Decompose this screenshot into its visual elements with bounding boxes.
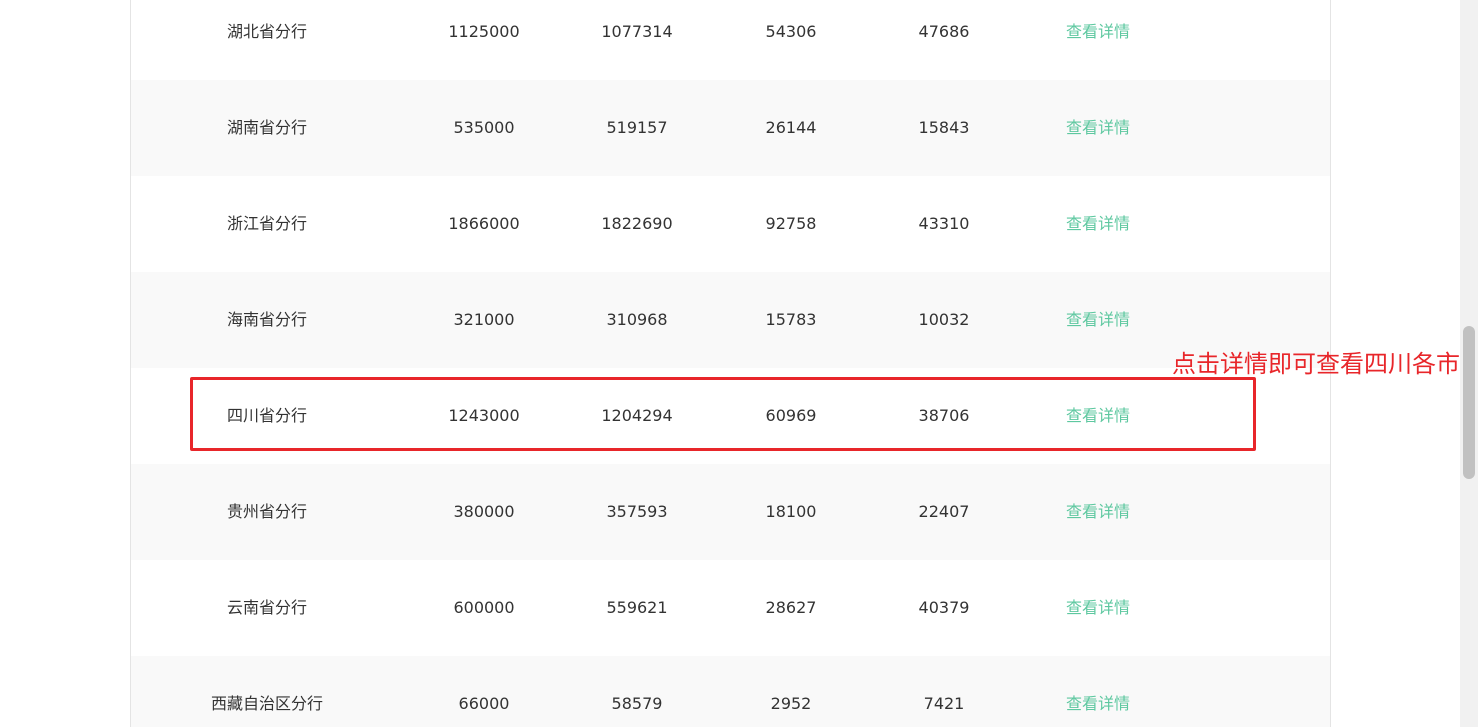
table-row: 云南省分行 600000 559621 28627 40379 查看详情 bbox=[131, 560, 1330, 656]
table-row: 湖南省分行 535000 519157 26144 15843 查看详情 bbox=[131, 80, 1330, 176]
table-row: 湖北省分行 1125000 1077314 54306 47686 查看详情 bbox=[131, 0, 1330, 80]
highlight-box bbox=[190, 377, 1256, 451]
page: 湖北省分行 1125000 1077314 54306 47686 查看详情 湖… bbox=[0, 0, 1478, 727]
view-details-link[interactable]: 查看详情 bbox=[998, 80, 1198, 176]
branch-name-cell: 海南省分行 bbox=[226, 310, 307, 329]
annotation-text: 点击详情即可查看四川各市 bbox=[1172, 350, 1460, 378]
view-details-link[interactable]: 查看详情 bbox=[998, 464, 1198, 560]
branch-table: 湖北省分行 1125000 1077314 54306 47686 查看详情 湖… bbox=[130, 0, 1331, 727]
scrollbar-thumb[interactable] bbox=[1463, 326, 1475, 479]
table-row: 浙江省分行 1866000 1822690 92758 43310 查看详情 bbox=[131, 176, 1330, 272]
table-row: 西藏自治区分行 66000 58579 2952 7421 查看详情 bbox=[131, 656, 1330, 727]
view-details-link[interactable]: 查看详情 bbox=[998, 272, 1198, 368]
branch-name-cell: 贵州省分行 bbox=[226, 502, 307, 521]
vertical-scrollbar[interactable] bbox=[1460, 0, 1478, 727]
table-row: 贵州省分行 380000 357593 18100 22407 查看详情 bbox=[131, 464, 1330, 560]
view-details-link[interactable]: 查看详情 bbox=[998, 0, 1198, 80]
branch-name-cell: 西藏自治区分行 bbox=[210, 694, 323, 713]
view-details-link[interactable]: 查看详情 bbox=[998, 176, 1198, 272]
branch-name-cell: 云南省分行 bbox=[226, 598, 307, 617]
branch-name-cell: 浙江省分行 bbox=[226, 214, 307, 233]
view-details-link[interactable]: 查看详情 bbox=[998, 560, 1198, 656]
view-details-link[interactable]: 查看详情 bbox=[998, 656, 1198, 727]
branch-name-cell: 湖北省分行 bbox=[226, 22, 307, 41]
branch-name-cell: 湖南省分行 bbox=[226, 118, 307, 137]
table-row: 海南省分行 321000 310968 15783 10032 查看详情 bbox=[131, 272, 1330, 368]
